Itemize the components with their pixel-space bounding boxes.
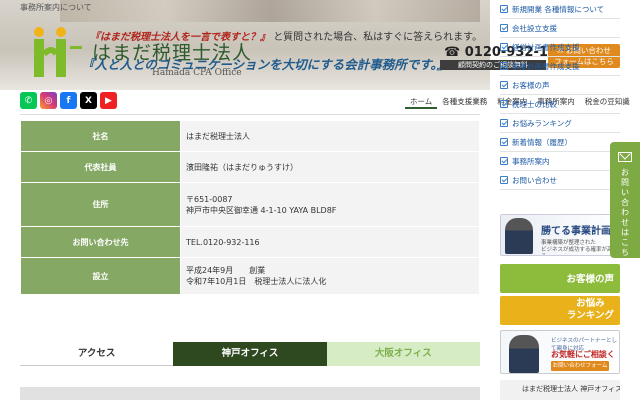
banner-title: 勝てる事業計画	[541, 226, 611, 237]
office-banner[interactable]: はまだ税理士法人 神戸オフィス	[500, 380, 620, 400]
x-icon[interactable]: X	[80, 92, 97, 109]
office-tabs: アクセス 神戸オフィス 大阪オフィス	[20, 342, 480, 366]
check-icon	[500, 5, 508, 13]
check-icon	[500, 176, 508, 184]
person-photo	[509, 335, 539, 373]
tab-access: アクセス	[20, 342, 174, 366]
sidebar-item-label: 新規開業 各種情報について	[512, 4, 605, 14]
worry-ranking-banner[interactable]: お悩み ランキング	[500, 296, 620, 325]
banner-subtext: 事業構築が整理された ビジネスが成功する確率が高まる	[541, 240, 619, 255]
sidebar-item-label: 経営計画書作成支援	[512, 42, 580, 52]
table-row: お問い合わせ先 TEL.0120-932-116	[20, 226, 480, 258]
banner-title: お悩み ランキング	[567, 298, 614, 322]
sidebar-item-label: 会社設立支援	[512, 23, 557, 33]
table-row: 設立 平成24年9月 創業 令和7年10月1日 税理士法人に法人化	[20, 257, 480, 295]
sidebar-item-label: 税理士の比較	[512, 99, 557, 109]
youtube-icon[interactable]: ▶	[100, 92, 117, 109]
floating-contact-label: お問い合わせはこちら	[621, 168, 629, 267]
banner-contact-button[interactable]: お問い合わせフォームはこちら	[551, 361, 609, 371]
table-row: 住所 〒651-0087 神戸市中央区御幸通 4-1-10 YAYA BLD8F	[20, 182, 480, 227]
incorporated: 令和7年10月1日 税理士法人に法人化	[186, 277, 327, 286]
table-value[interactable]: TEL.0120-932-116	[180, 226, 480, 258]
slogan: 『人と人とのコミュニケーションを大切にする会計事務所です。』	[82, 57, 450, 72]
instagram-icon[interactable]: ◎	[40, 92, 57, 109]
table-label: 住所	[20, 182, 181, 227]
tab-kobe-office[interactable]: 神戸オフィス	[173, 342, 327, 366]
check-icon	[500, 81, 508, 89]
sidebar-item-incorporation[interactable]: 会社設立支援	[500, 19, 620, 38]
sidebar-item-office[interactable]: 事務所案内	[500, 152, 620, 171]
nav-home[interactable]: ホーム	[405, 95, 438, 109]
banner-subtext-line2: ビジネスが成功する確率が高まる	[541, 247, 618, 255]
sidebar-item-new-business[interactable]: 新規開業 各種情報について	[500, 0, 620, 19]
business-plan-banner[interactable]: 勝てる事業計画 事業構築が整理された ビジネスが成功する確率が高まる	[500, 214, 620, 256]
table-value: はまだ税理士法人	[180, 120, 480, 152]
breadcrumb[interactable]: 事務所案内について	[20, 2, 92, 13]
facebook-icon[interactable]: f	[60, 92, 77, 109]
phone-icon: ☎	[444, 45, 461, 60]
sidebar-item-contact[interactable]: お問い合わせ	[500, 171, 620, 190]
sidebar-item-label: 新着情報（履歴）	[512, 137, 572, 147]
sidebar-item-label: 事務所案内	[512, 156, 550, 166]
table-label: お問い合わせ先	[20, 226, 181, 258]
customer-voices-banner[interactable]: お客様の声	[500, 264, 620, 293]
sidebar-item-management-plan[interactable]: 経営計画書作成支援	[500, 38, 620, 57]
banner-title: はまだ税理士法人 神戸オフィス	[522, 385, 620, 393]
catch-question-rest: と質問された場合、私はすぐに答えられます。	[273, 32, 483, 43]
logo-icon[interactable]	[30, 24, 90, 80]
hero-photo	[60, 0, 480, 22]
table-label: 代表社員	[20, 151, 181, 183]
banner-title-line1: お悩み	[576, 298, 605, 309]
person-photo	[505, 218, 533, 254]
table-row: 代表社員 濱田隆祐（はまだりゅうすけ）	[20, 151, 480, 183]
mail-icon	[618, 152, 632, 162]
table-value: 平成24年9月 創業 令和7年10月1日 税理士法人に法人化	[180, 257, 480, 295]
postal-code: 〒651-0087	[186, 194, 233, 204]
check-icon	[500, 157, 508, 165]
sidebar-item-label: お悩みランキング	[512, 118, 572, 128]
table-value: 〒651-0087 神戸市中央区御幸通 4-1-10 YAYA BLD8F	[180, 182, 480, 227]
social-links: ✆ ◎ f X ▶	[20, 92, 117, 109]
check-icon	[500, 24, 508, 32]
sidebar-item-label: お客様の声	[512, 80, 550, 90]
floating-contact-tab[interactable]: お問い合わせはこちら	[610, 142, 640, 267]
check-icon	[500, 100, 508, 108]
sidebar-item-business-plan[interactable]: 事業計画書作成支援	[500, 57, 620, 76]
line-icon[interactable]: ✆	[20, 92, 37, 109]
tab-osaka-office[interactable]: 大阪オフィス	[326, 342, 480, 366]
banner-title: お客様の声	[566, 274, 614, 285]
company-info-table: 社名 はまだ税理士法人 代表社員 濱田隆祐（はまだりゅうすけ） 住所 〒651-…	[20, 120, 480, 295]
banner-title-line2: ランキング	[566, 310, 614, 321]
address: 神戸市中央区御幸通 4-1-10 YAYA BLD8F	[186, 205, 337, 215]
logo-english: Hamada CPA Office	[152, 68, 242, 78]
sidebar-item-news[interactable]: 新着情報（履歴）	[500, 133, 620, 152]
consultation-banner[interactable]: ビジネスのパートナーとして親身に対応 お気軽にご相談ください！ お問い合わせフォ…	[500, 330, 620, 374]
page: 事務所案内について 『はまだ税理士法人を一言で表すと？』 と質問された場合、私は…	[0, 0, 640, 400]
nav-services[interactable]: 各種支援業務	[437, 95, 492, 109]
check-icon	[500, 119, 508, 127]
sidebar-menu: 新規開業 各種情報について 会社設立支援 経営計画書作成支援 事業計画書作成支援…	[500, 0, 620, 190]
sidebar-item-ranking[interactable]: お悩みランキング	[500, 114, 620, 133]
map-area[interactable]	[20, 387, 480, 400]
table-label: 社名	[20, 120, 181, 152]
banner-subtext-line1: 事業構築が整理された	[541, 240, 597, 246]
sidebar-item-label: 事業計画書作成支援	[512, 61, 580, 71]
sidebar-item-comparison[interactable]: 税理士の比較	[500, 95, 620, 114]
check-icon	[500, 62, 508, 70]
check-icon	[500, 43, 508, 51]
sidebar-item-label: お問い合わせ	[512, 175, 557, 185]
table-row: 社名 はまだ税理士法人	[20, 120, 480, 152]
sidebar-item-voices[interactable]: お客様の声	[500, 76, 620, 95]
founded: 平成24年9月 創業	[186, 266, 266, 275]
table-value: 濱田隆祐（はまだりゅうすけ）	[180, 151, 480, 183]
check-icon	[500, 138, 508, 146]
table-label: 設立	[20, 257, 181, 295]
nav-divider	[20, 114, 480, 115]
